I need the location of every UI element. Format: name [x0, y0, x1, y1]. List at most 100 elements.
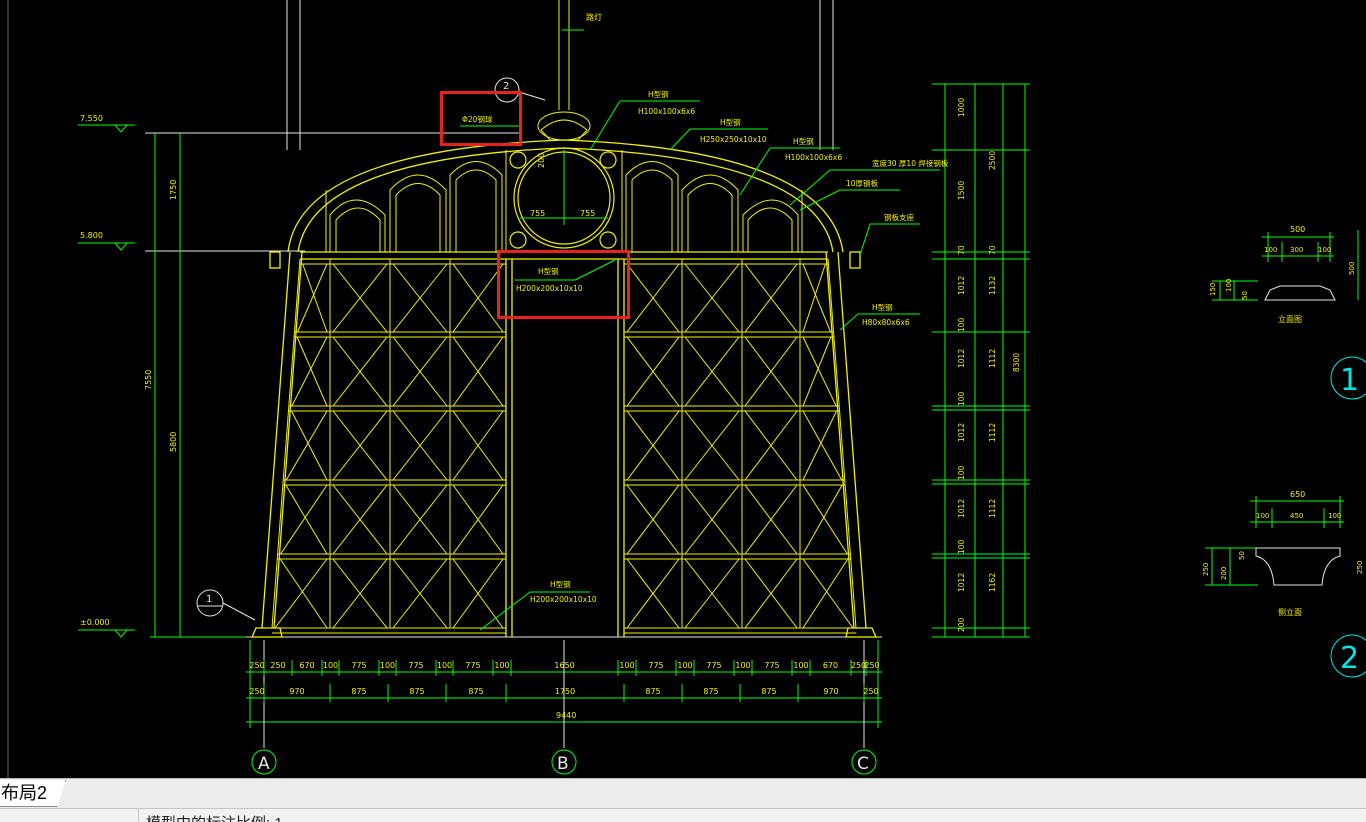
bottom-dim-row1-value: 250: [249, 661, 264, 670]
right-dim-col1: 100: [957, 391, 966, 406]
d1-title: 立面图: [1278, 314, 1302, 324]
d1-h2: 100: [1225, 279, 1233, 292]
right-dim-col1: 200: [957, 617, 966, 632]
bottom-dim-row1-value: 670: [299, 661, 314, 670]
right-dim-col1: 1012: [957, 573, 966, 592]
layout-tab-bar: 布局2: [0, 778, 1366, 809]
callout-bubbles: [196, 77, 546, 621]
axis-a: A: [258, 754, 270, 774]
cad-model-space[interactable]: 路灯 7.550 5.800 ±0.000 1750 7550 5800 755…: [0, 0, 1366, 778]
d2-number: 2: [1340, 641, 1359, 676]
d2-right: 250: [1356, 561, 1364, 574]
bottom-dim-row1-value: 775: [648, 661, 663, 670]
d2-c: 100: [1328, 512, 1341, 520]
bottom-dim-row1-value: 100: [323, 661, 338, 670]
highlight-box-pipe: [440, 91, 522, 146]
bottom-dim-row2-value: 250: [863, 687, 878, 696]
bottom-dim-row1-value: 100: [380, 661, 395, 670]
right-dim-col1: 1012: [957, 349, 966, 368]
right-dim-col2: 1112: [988, 499, 997, 518]
bottom-dim-row1-value: 670: [823, 661, 838, 670]
right-dim-col2: 1112: [988, 349, 997, 368]
d1-h3: 50: [1241, 291, 1249, 300]
lamp-label: 路灯: [586, 12, 602, 22]
bottom-dim-row1-value: 100: [437, 661, 452, 670]
d2-h2: 200: [1220, 567, 1228, 580]
right-dim-col1: 100: [957, 539, 966, 554]
d2-h3: 50: [1238, 551, 1246, 560]
right-dim-col2: 70: [988, 245, 997, 255]
bottom-dim-row2-value: 875: [468, 687, 483, 696]
d1-number: 1: [1340, 363, 1359, 398]
right-dim-col1: 1500: [957, 181, 966, 200]
label-post-title: H型钢: [550, 579, 571, 589]
elev-mid: 5.800: [80, 231, 103, 240]
label-post-spec: H200x200x10x10: [530, 595, 597, 604]
label-h1-spec: H100x100x6x6: [638, 107, 695, 116]
d2-b: 450: [1290, 512, 1303, 520]
left-dim-upper: 1750: [169, 180, 178, 200]
d2-a: 100: [1256, 512, 1269, 520]
bottom-dim-row1-value: 250: [270, 661, 285, 670]
right-dim-col1: 1000: [957, 98, 966, 117]
label-plate-note: 10厚钢板: [846, 178, 879, 188]
bottom-dim-row1-value: 775: [351, 661, 366, 670]
right-dim-col1: 1012: [957, 499, 966, 518]
status-divider: [138, 809, 139, 822]
tab-layout2[interactable]: 布局2: [0, 780, 67, 807]
callout-1: 1: [206, 594, 212, 605]
bottom-dim-row2-value: 1750: [555, 687, 575, 696]
bottom-dim-row1-value: 775: [764, 661, 779, 670]
right-dim-col1: 100: [957, 465, 966, 480]
bottom-dim-row1-value: 100: [735, 661, 750, 670]
left-dim-total: 7550: [144, 370, 153, 390]
d2-h1: 250: [1202, 563, 1210, 576]
bottom-dim-row2-value: 875: [409, 687, 424, 696]
bottom-dim-row1-value: 100: [793, 661, 808, 670]
right-dim-col2: 1132: [988, 276, 997, 295]
highlight-box-beam: [497, 250, 630, 319]
label-side-title: H型钢: [872, 302, 893, 312]
right-dim-col1: 70: [957, 245, 966, 255]
central-ring: [509, 147, 617, 249]
lamp-post: [537, 0, 591, 141]
label-h1-title: H型钢: [648, 89, 669, 99]
bottom-dim-row1-value: 100: [619, 661, 634, 670]
bottom-dim-row1-value: 100: [494, 661, 509, 670]
label-rib-note: 钢板支座: [884, 212, 914, 222]
d1-w: 500: [1290, 225, 1305, 234]
label-side-spec: H80x80x6x6: [862, 318, 910, 327]
right-dim-col2: 1112: [988, 423, 997, 442]
d2-w: 650: [1290, 490, 1305, 499]
elev-base: ±0.000: [80, 618, 110, 627]
bottom-dim-row2-value: 250: [249, 687, 264, 696]
right-dim-col1: 1012: [957, 423, 966, 442]
circle-dim-right: 755: [580, 209, 595, 218]
elevation-drawing: 路灯 7.550 5.800 ±0.000 1750 7550 5800 755…: [7, 0, 1366, 778]
bottom-dim-row2-value: 875: [761, 687, 776, 696]
right-dim-col2: 2500: [988, 151, 997, 170]
detail-1: [1212, 230, 1359, 301]
bottom-dim-row1-value: 100: [677, 661, 692, 670]
right-dim-col1: 100: [957, 317, 966, 332]
right-dim-col2: 1162: [988, 573, 997, 592]
bottom-dim-row2-value: 875: [703, 687, 718, 696]
right-dim-total: 8300: [1012, 353, 1021, 372]
bottom-dim-total: 9440: [556, 711, 576, 720]
bottom-dim-row1-value: 775: [408, 661, 423, 670]
right-dim-col1: 1012: [957, 276, 966, 295]
bottom-dim-row1-value: 1650: [554, 661, 574, 670]
reference-lines: [286, 0, 834, 150]
label-h2-spec: H250x250x10x10: [700, 135, 767, 144]
bottom-dim-row1-value: 775: [465, 661, 480, 670]
elev-top: 7.550: [80, 114, 103, 123]
d1-c: 100: [1318, 246, 1331, 254]
bottom-dim-row1-value: 250: [864, 661, 879, 670]
axis-c: C: [857, 754, 869, 774]
circle-dim-left: 755: [530, 209, 545, 218]
circle-dim-h: 200: [537, 153, 546, 168]
d1-right: 500: [1348, 262, 1356, 275]
bottom-dim-row2-value: 970: [823, 687, 838, 696]
bottom-dim-row2-value: 875: [351, 687, 366, 696]
d1-b: 300: [1290, 246, 1303, 254]
